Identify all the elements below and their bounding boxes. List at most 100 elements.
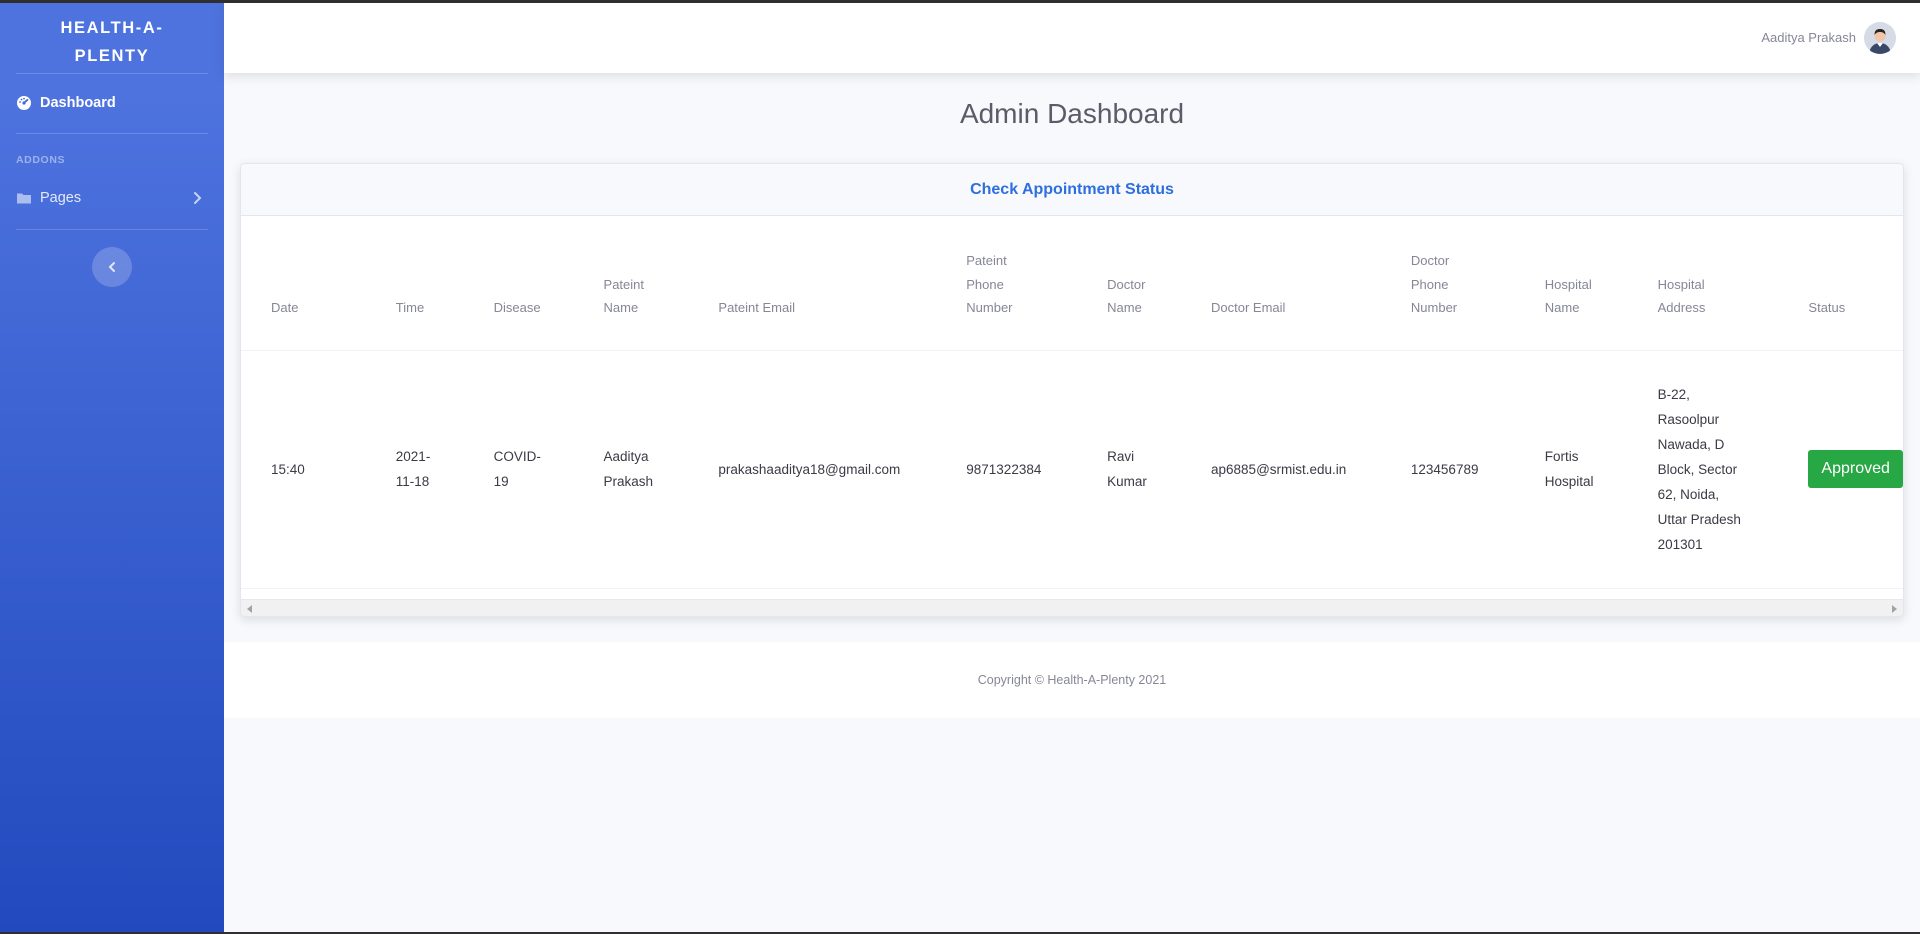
brand-logo-text[interactable]: HEALTH-A- PLENTY xyxy=(0,14,224,70)
header-line: Doctor Email xyxy=(1211,300,1286,315)
horizontal-scrollbar[interactable] xyxy=(241,599,1903,616)
cell-doctor-name: Ravi Kumar xyxy=(1077,350,1182,589)
column-header-hospital-address: Hospital Address xyxy=(1627,217,1779,351)
topbar: Aaditya Prakash xyxy=(224,0,1920,73)
cell-text: 11-18 xyxy=(395,474,430,489)
folder-icon xyxy=(17,193,31,204)
header-line: Hospital xyxy=(1657,276,1705,292)
column-header-patient-email: Pateint Email xyxy=(688,217,937,351)
column-header-patient-name: Pateint Name xyxy=(573,217,689,351)
column-header-disease: Disease xyxy=(463,217,574,351)
cell-text: 15:40 xyxy=(271,461,305,477)
header-line: Number xyxy=(1410,300,1458,315)
cell-hospital-name: Fortis Hospital xyxy=(1514,350,1628,589)
column-header-hospital-name: Hospital Name xyxy=(1514,217,1628,351)
column-header-time: Time xyxy=(365,217,464,351)
cell-text: COVID- xyxy=(493,449,541,464)
cell-patient-email: prakashaaditya18@gmail.com xyxy=(688,350,937,589)
cell-text: Block, Sector xyxy=(1657,461,1738,477)
cell-doctor-phone: 123456789 xyxy=(1380,350,1515,589)
cell-disease: COVID- 19 xyxy=(463,350,574,589)
cell-date: 15:40 xyxy=(241,350,366,589)
header-line: Doctor xyxy=(1107,276,1146,292)
cell-text: Kumar xyxy=(1107,474,1147,489)
header-line: Name xyxy=(1107,300,1142,315)
cell-text: 62, Noida, xyxy=(1657,486,1720,502)
header-line: Disease xyxy=(493,300,541,315)
cell-text: Aaditya xyxy=(603,449,649,464)
header-line: Pateint xyxy=(603,276,645,292)
header-line: Status xyxy=(1808,300,1846,315)
window-top-edge xyxy=(0,0,1920,3)
header-line: Date xyxy=(271,300,299,315)
brand-line-1: HEALTH-A- xyxy=(60,19,164,37)
table-header-row: Date Time Disease Pateint Name Pateint E… xyxy=(241,217,1903,351)
cell-text: Nawada, D xyxy=(1657,436,1725,452)
scroll-right-arrow-icon[interactable] xyxy=(1892,605,1897,613)
status-badge-approved[interactable]: Approved xyxy=(1808,450,1903,488)
appointments-table: Date Time Disease Pateint Name Pateint E… xyxy=(241,217,1903,589)
sidebar-toggle-button[interactable] xyxy=(92,247,132,287)
header-line: Pateint Email xyxy=(718,300,795,315)
header-line: Pateint xyxy=(966,253,1007,268)
header-line: Address xyxy=(1657,300,1706,315)
header-line: Phone xyxy=(966,276,1004,292)
cell-text: Rasoolpur xyxy=(1657,411,1720,427)
cell-text: 19 xyxy=(493,474,509,489)
sidebar-item-pages[interactable]: Pages xyxy=(16,190,81,206)
cell-text: 9871322384 xyxy=(966,461,1042,477)
sidebar-divider xyxy=(16,229,208,230)
column-header-status: Status xyxy=(1778,217,1903,351)
cell-text: ap6885@srmist.edu.in xyxy=(1211,461,1347,477)
cell-text: Fortis xyxy=(1544,449,1579,464)
header-line: Name xyxy=(603,300,639,315)
sidebar-divider xyxy=(16,73,208,74)
sidebar-section-heading: ADDONS xyxy=(16,154,66,166)
user-avatar[interactable] xyxy=(1864,22,1896,54)
cell-text: 123456789 xyxy=(1410,461,1479,477)
header-line: Phone xyxy=(1410,276,1449,292)
user-name[interactable]: Aaditya Prakash xyxy=(1761,30,1856,45)
cell-text: Hospital xyxy=(1544,474,1594,489)
cell-text: 2021- xyxy=(395,449,431,464)
cell-status: Approved xyxy=(1778,350,1903,589)
footer: Copyright © Health-A-Plenty 2021 xyxy=(224,642,1920,718)
cell-patient-phone: 9871322384 xyxy=(936,350,1078,589)
chevron-left-icon xyxy=(108,262,115,272)
header-line: Doctor xyxy=(1410,253,1450,268)
sidebar: HEALTH-A- PLENTY Dashboard ADDONS Pages xyxy=(0,0,224,934)
sidebar-item-pages-label: Pages xyxy=(40,190,82,206)
brand-line-2: PLENTY xyxy=(74,47,150,65)
cell-text: Ravi xyxy=(1107,449,1135,464)
chevron-right-icon[interactable] xyxy=(193,191,202,205)
header-line: Time xyxy=(395,300,425,315)
cell-time: 2021- 11-18 xyxy=(365,350,464,589)
card-title: Check Appointment Status xyxy=(970,180,1174,198)
copyright-text: Copyright © Health-A-Plenty 2021 xyxy=(977,673,1167,687)
card-header: Check Appointment Status xyxy=(241,164,1903,216)
column-header-doctor-name: Doctor Name xyxy=(1077,217,1182,351)
column-header-doctor-phone: Doctor Phone Number xyxy=(1380,217,1515,351)
appointment-status-card: Check Appointment Status Date Time Disea… xyxy=(240,163,1904,617)
column-header-patient-phone: Pateint Phone Number xyxy=(936,217,1078,351)
cell-doctor-email: ap6885@srmist.edu.in xyxy=(1181,350,1381,589)
sidebar-item-dashboard[interactable]: Dashboard xyxy=(16,95,116,111)
header-line: Name xyxy=(1544,300,1580,315)
sidebar-item-dashboard-label: Dashboard xyxy=(40,95,116,111)
header-line: Hospital xyxy=(1544,276,1592,292)
column-header-doctor-email: Doctor Email xyxy=(1181,217,1381,351)
cell-patient-name: Aaditya Prakash xyxy=(573,350,689,589)
cell-text: prakashaaditya18@gmail.com xyxy=(718,461,901,477)
scroll-left-arrow-icon[interactable] xyxy=(247,605,252,613)
cell-text: Prakash xyxy=(603,474,654,489)
cell-text: 201301 xyxy=(1657,536,1703,552)
page-title: Admin Dashboard xyxy=(959,98,1185,129)
tachometer-icon xyxy=(17,96,31,110)
cell-hospital-address: B-22, Rasoolpur Nawada, D Block, Sector … xyxy=(1627,350,1779,589)
cell-text: Uttar Pradesh xyxy=(1657,511,1741,527)
header-line: Number xyxy=(966,300,1013,315)
sidebar-divider xyxy=(16,133,208,134)
table-row: 15:40 2021- 11-18 COVID- 19 Aaditya Prak… xyxy=(241,350,1903,589)
column-header-date: Date xyxy=(241,217,366,351)
cell-text: B-22, xyxy=(1657,386,1690,402)
